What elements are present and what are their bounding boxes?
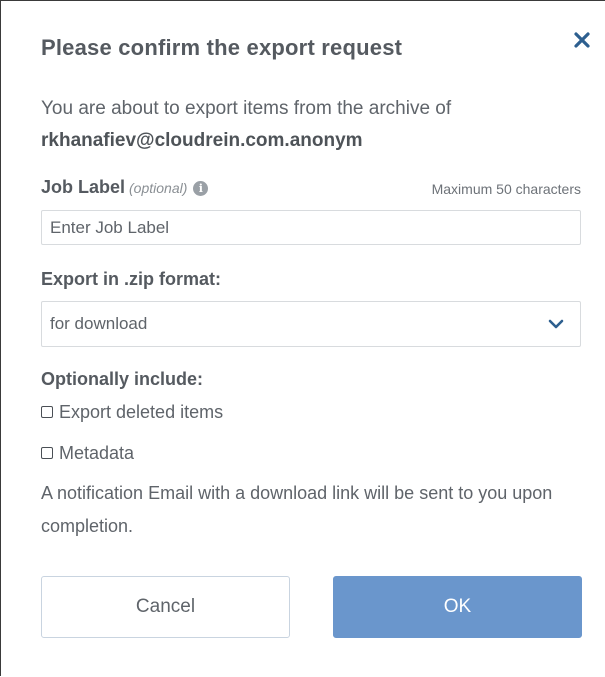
metadata-checkbox[interactable]: [41, 447, 53, 459]
metadata-option[interactable]: Metadata: [41, 441, 134, 465]
job-label-input[interactable]: [41, 210, 581, 245]
export-deleted-items-checkbox[interactable]: [41, 406, 53, 418]
close-icon: [574, 32, 590, 48]
notification-notice: A notification Email with a download lin…: [41, 483, 553, 536]
max-characters-note: Maximum 50 characters: [431, 181, 581, 197]
export-format-selected-value: for download: [50, 314, 148, 333]
export-format-label: Export in .zip format:: [41, 269, 221, 289]
intro-message: You are about to export items from the a…: [41, 98, 452, 119]
job-label-optional-hint: (optional): [129, 180, 188, 196]
cancel-button[interactable]: Cancel: [41, 576, 290, 638]
export-confirm-dialog: Please confirm the export request You ar…: [1, 1, 605, 677]
export-deleted-items-option[interactable]: Export deleted items: [41, 400, 223, 424]
close-button[interactable]: [569, 27, 595, 53]
job-label-row: Job Label (optional) i Maximum 50 characte…: [41, 177, 581, 201]
account-email: rkhanafiev@cloudrein.com.anonym: [41, 130, 363, 151]
chevron-down-icon: [548, 319, 564, 329]
export-deleted-items-label: Export deleted items: [59, 401, 224, 422]
ok-button[interactable]: OK: [333, 576, 582, 638]
dialog-title: Please confirm the export request: [41, 35, 403, 60]
export-format-select[interactable]: for download: [41, 301, 581, 347]
window-frame: Please confirm the export request You ar…: [0, 0, 605, 676]
info-icon[interactable]: i: [193, 181, 209, 196]
optionally-include-label: Optionally include:: [41, 369, 204, 389]
intro-text: You are about to export items from the a…: [41, 93, 586, 157]
job-label-title: Job Label: [41, 177, 126, 197]
metadata-label: Metadata: [59, 442, 135, 463]
